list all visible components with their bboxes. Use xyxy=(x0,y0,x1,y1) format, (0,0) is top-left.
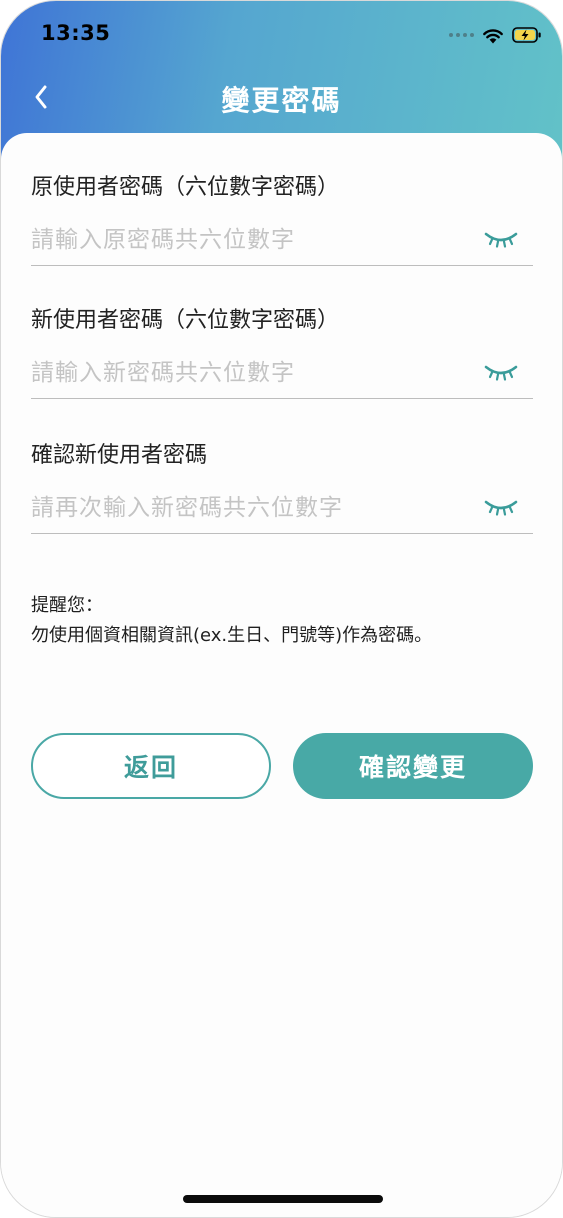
status-time: 13:35 xyxy=(41,21,111,45)
content-panel: 原使用者密碼（六位數字密碼） 新使用者密碼（六位數字密碼） 確認新使用者密碼 提… xyxy=(1,133,562,1217)
confirm-password-field: 確認新使用者密碼 xyxy=(31,441,533,534)
notice-text: 勿使用個資相關資訊(ex.生日、門號等)作為密碼。 xyxy=(31,625,433,646)
confirm-password-input[interactable] xyxy=(31,489,471,527)
phone-frame: 13:35 變更密碼 原使用者密碼（六位數字密碼） 新使用者密碼（六位數字密碼）… xyxy=(0,0,563,1218)
notice-title: 提醒您： xyxy=(31,595,103,616)
status-bar: 13:35 xyxy=(1,1,562,65)
eye-closed-icon[interactable] xyxy=(483,227,519,251)
new-password-input-wrap xyxy=(31,354,533,399)
status-icons xyxy=(449,25,542,45)
back-action-button[interactable]: 返回 xyxy=(31,733,271,799)
old-password-input[interactable] xyxy=(31,221,471,259)
eye-closed-icon[interactable] xyxy=(483,360,519,384)
old-password-label: 原使用者密碼（六位數字密碼） xyxy=(31,175,340,200)
wifi-icon xyxy=(483,28,503,43)
old-password-field: 原使用者密碼（六位數字密碼） xyxy=(31,173,533,266)
eye-closed-icon[interactable] xyxy=(483,495,519,519)
page-title: 變更密碼 xyxy=(221,84,342,117)
home-indicator xyxy=(183,1195,383,1203)
navigation-bar: 變更密碼 xyxy=(1,65,562,129)
new-password-input[interactable] xyxy=(31,354,471,392)
battery-charging-icon xyxy=(512,27,541,43)
old-password-input-wrap xyxy=(31,221,533,266)
confirm-change-button[interactable]: 確認變更 xyxy=(293,733,533,799)
confirm-password-input-wrap xyxy=(31,489,533,534)
password-notice: 提醒您： 勿使用個資相關資訊(ex.生日、門號等)作為密碼。 xyxy=(31,591,541,651)
confirm-password-label: 確認新使用者密碼 xyxy=(31,443,208,468)
cellular-signal-icon xyxy=(449,33,474,37)
new-password-label: 新使用者密碼（六位數字密碼） xyxy=(31,308,340,333)
new-password-field: 新使用者密碼（六位數字密碼） xyxy=(31,306,533,399)
